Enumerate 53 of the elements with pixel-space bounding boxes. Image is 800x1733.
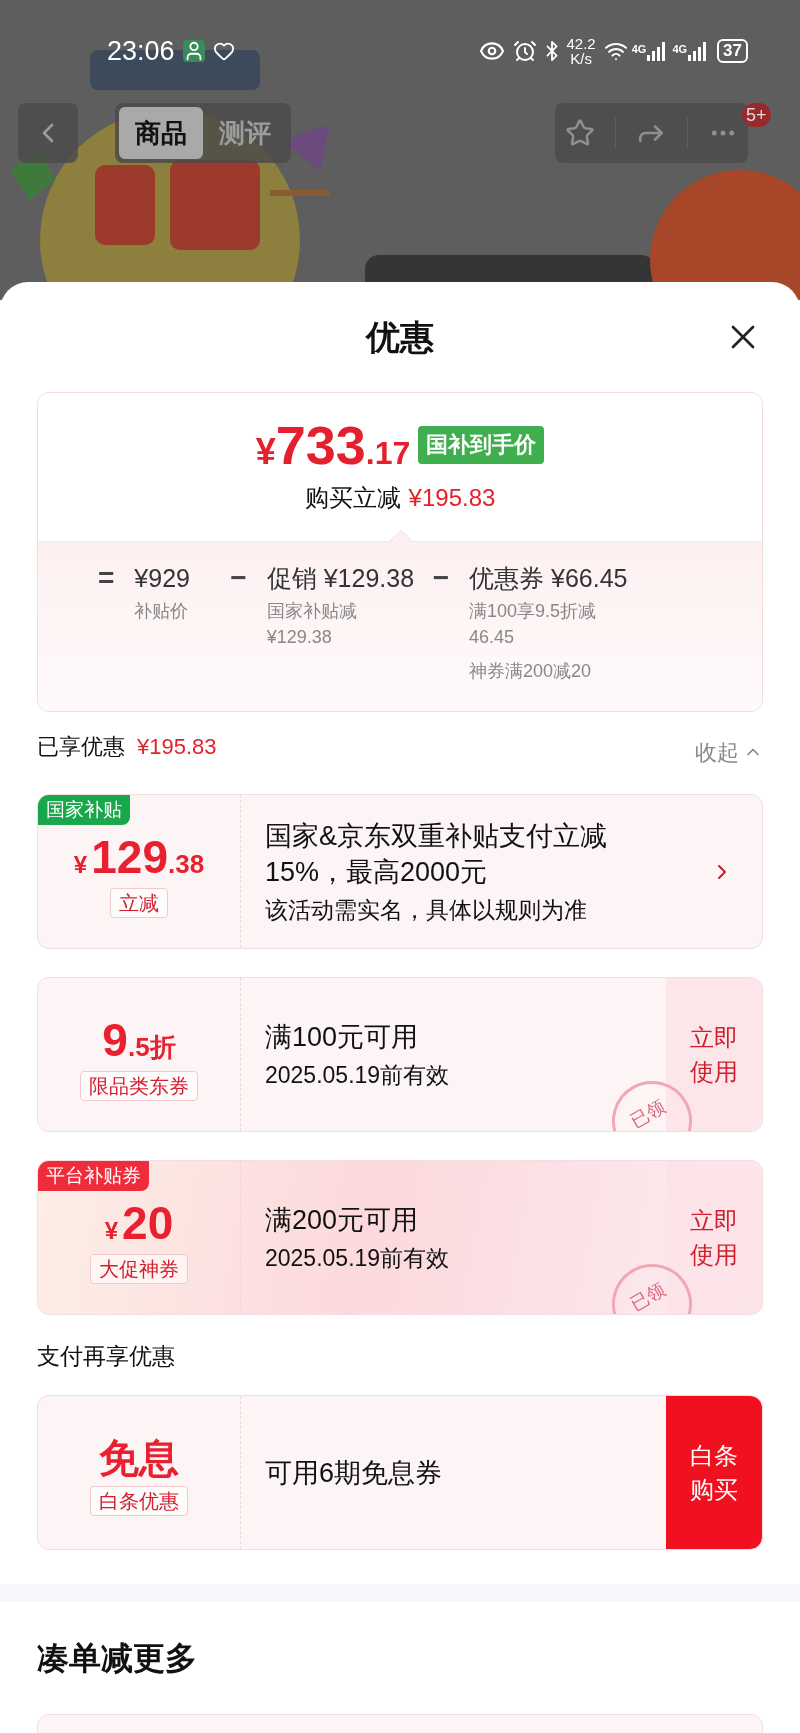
saving-label: 购买立减	[304, 483, 401, 513]
coupon-tag: 平台补贴券	[38, 1161, 149, 1191]
back-button[interactable]	[18, 103, 78, 163]
final-price: ¥733.17	[255, 418, 411, 472]
breakdown-note: 满100享9.5折减 46.45	[469, 600, 598, 649]
breakdown-amount: ¥929	[134, 563, 191, 594]
section-title: 凑单减更多	[37, 1639, 197, 1678]
coupon-detail: 2025.05.19前有效	[265, 1060, 451, 1090]
breakdown-note: 国家补贴减 ¥129.38	[266, 600, 358, 649]
operator: −	[432, 561, 450, 595]
applied-value: ¥195.83	[137, 732, 217, 761]
applied-label: 已享优惠	[37, 732, 125, 761]
saving-value: ¥195.83	[408, 483, 496, 513]
coupon-detail: 该活动需实名，具体以规则为准	[265, 895, 588, 925]
coupon-type-label: 立减	[110, 887, 168, 918]
battery-icon: 37	[717, 39, 748, 63]
breakdown-amount: 优惠券 ¥66.45	[469, 563, 629, 594]
breakdown-note: 神券满200减20	[469, 660, 593, 683]
operator: −	[230, 561, 247, 595]
discount-amount: ¥129.38	[73, 833, 205, 880]
coupon-title: 满200元可用	[265, 1203, 420, 1237]
coupon-title: 满100元可用	[265, 1020, 420, 1054]
coupon-title: 国家&京东双重补贴支付立减15%，最高2000元	[265, 819, 608, 889]
credit-buy-button[interactable]: 白条购买	[666, 1396, 762, 1549]
network-speed-unit: K/s	[570, 51, 592, 66]
avatar-icon	[182, 40, 205, 62]
network-type: 4G	[631, 42, 647, 57]
discount-amount: ¥20	[104, 1199, 174, 1246]
favorite-icon[interactable]	[564, 118, 595, 148]
sheet-title: 优惠	[366, 316, 434, 358]
operator: =	[98, 561, 115, 595]
coupon-detail: 2025.05.19前有效	[265, 1243, 451, 1273]
coupon-type-label: 大促神券	[90, 1253, 188, 1284]
price-tag: 国补到手价	[418, 426, 545, 464]
coupon-title: 可用6期免息券	[265, 1456, 444, 1490]
breakdown-note: 补贴价	[134, 600, 190, 623]
network-speed: 42.2	[566, 36, 596, 51]
use-now-button[interactable]: 立即使用	[666, 978, 762, 1131]
coupon-type-label: 限品类东券	[80, 1070, 198, 1101]
breakdown-amount: 促销 ¥129.38	[266, 563, 416, 594]
tab[interactable]: 商品	[119, 107, 203, 159]
discount-amount: 9.5折	[102, 1016, 176, 1063]
tab[interactable]: 测评	[203, 107, 287, 159]
collapse-toggle[interactable]: 收起	[695, 735, 763, 769]
coupon-tag: 国家补贴	[38, 795, 130, 825]
heart-icon	[212, 40, 235, 62]
coupon-type-label: 白条优惠	[90, 1485, 188, 1516]
status-time: 23:06	[107, 34, 175, 68]
use-now-button[interactable]: 立即使用	[666, 1161, 762, 1314]
section-heading: 支付再享优惠	[37, 1341, 175, 1371]
alarm-icon	[512, 39, 537, 63]
network-type: 4G	[672, 42, 688, 57]
discount-amount: 免息	[99, 1437, 179, 1478]
